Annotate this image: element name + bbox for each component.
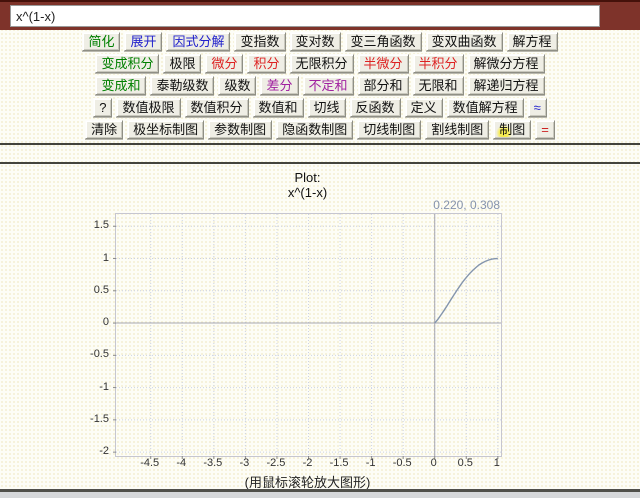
simplify-button[interactable]: 简化 <box>82 32 120 51</box>
parametric-plot-button[interactable]: 参数制图 <box>208 120 272 139</box>
solve-equation-button[interactable]: 解方程 <box>507 32 558 51</box>
tangent-button[interactable]: 切线 <box>308 98 346 117</box>
taylor-series-button[interactable]: 泰勒级数 <box>150 76 214 95</box>
limit-button[interactable]: 极限 <box>163 54 201 73</box>
y-tick-label: -0.5 <box>69 348 109 361</box>
to-logarithm-button[interactable]: 变对数 <box>290 32 341 51</box>
solve-ode-button[interactable]: 解微分方程 <box>468 54 545 73</box>
bottom-status-strip <box>0 492 640 498</box>
numeric-sum-button[interactable]: 数值和 <box>253 98 304 117</box>
plot-title-line1: Plot: <box>115 170 500 185</box>
clear-button[interactable]: 清除 <box>85 120 123 139</box>
toolbar-row-3: 变成和泰勒级数级数差分不定和部分和无限和解递归方程 <box>0 76 640 98</box>
difference-button[interactable]: 差分 <box>260 76 298 95</box>
equals-button[interactable]: = <box>535 120 555 139</box>
tangent-plot-button[interactable]: 切线制图 <box>357 120 421 139</box>
polar-plot-button[interactable]: 极坐标制图 <box>127 120 204 139</box>
series-button[interactable]: 级数 <box>218 76 256 95</box>
cursor-coordinates: 0.220, 0.308 <box>433 198 500 212</box>
separator-top <box>0 143 640 145</box>
inverse-function-button[interactable]: 反函数 <box>350 98 401 117</box>
to-integral-button[interactable]: 变成积分 <box>95 54 159 73</box>
toolbar: 简化展开因式分解变指数变对数变三角函数变双曲函数解方程变成积分极限微分积分无限积… <box>0 32 640 142</box>
integrate-button[interactable]: 积分 <box>247 54 285 73</box>
toolbar-row-2: 变成积分极限微分积分无限积分半微分半积分解微分方程 <box>0 54 640 76</box>
definition-button[interactable]: 定义 <box>405 98 443 117</box>
semi-differentiate-button[interactable]: 半微分 <box>358 54 409 73</box>
to-trigonometric-button[interactable]: 变三角函数 <box>345 32 422 51</box>
expression-input[interactable] <box>10 5 600 27</box>
factor-button[interactable]: 因式分解 <box>166 32 230 51</box>
y-tick-label: 0.5 <box>69 284 109 297</box>
infinite-integral-button[interactable]: 无限积分 <box>290 54 354 73</box>
y-tick-label: -1.5 <box>69 413 109 426</box>
plot-title: Plot: x^(1-x) <box>115 170 500 200</box>
secant-plot-button[interactable]: 割线制图 <box>425 120 489 139</box>
plot-area[interactable] <box>115 213 502 457</box>
y-tick-label: -1 <box>69 381 109 394</box>
indefinite-sum-button[interactable]: 不定和 <box>303 76 354 95</box>
partial-sum-button[interactable]: 部分和 <box>358 76 409 95</box>
y-tick-label: 1.5 <box>69 219 109 232</box>
to-sum-button[interactable]: 变成和 <box>95 76 146 95</box>
implicit-plot-button[interactable]: 隐函数制图 <box>276 120 353 139</box>
differentiate-button[interactable]: 微分 <box>205 54 243 73</box>
plot-canvas <box>116 214 501 456</box>
plot-button[interactable]: 制图 <box>493 120 531 139</box>
expression-input-bar <box>0 0 640 30</box>
separator-plot <box>0 162 640 164</box>
toolbar-row-4: ?数值极限数值积分数值和切线反函数定义数值解方程≈ <box>0 98 640 120</box>
numeric-limit-button[interactable]: 数值极限 <box>116 98 180 117</box>
y-tick-label: -2 <box>69 445 109 458</box>
y-tick-label: 0 <box>69 316 109 329</box>
numeric-solve-button[interactable]: 数值解方程 <box>447 98 524 117</box>
approximate-button[interactable]: ≈ <box>528 98 547 117</box>
semi-integrate-button[interactable]: 半积分 <box>413 54 464 73</box>
expand-button[interactable]: 展开 <box>124 32 162 51</box>
numeric-integral-button[interactable]: 数值积分 <box>185 98 249 117</box>
help-button[interactable]: ? <box>93 98 112 117</box>
to-exponential-button[interactable]: 变指数 <box>234 32 285 51</box>
x-tick-label: 1 <box>477 457 517 470</box>
to-hyperbolic-button[interactable]: 变双曲函数 <box>426 32 503 51</box>
toolbar-row-5: 清除极坐标制图参数制图隐函数制图切线制图割线制图制图= <box>0 120 640 142</box>
infinite-sum-button[interactable]: 无限和 <box>413 76 464 95</box>
solve-recurrence-button[interactable]: 解递归方程 <box>468 76 545 95</box>
toolbar-row-1: 简化展开因式分解变指数变对数变三角函数变双曲函数解方程 <box>0 32 640 54</box>
y-tick-label: 1 <box>69 252 109 265</box>
